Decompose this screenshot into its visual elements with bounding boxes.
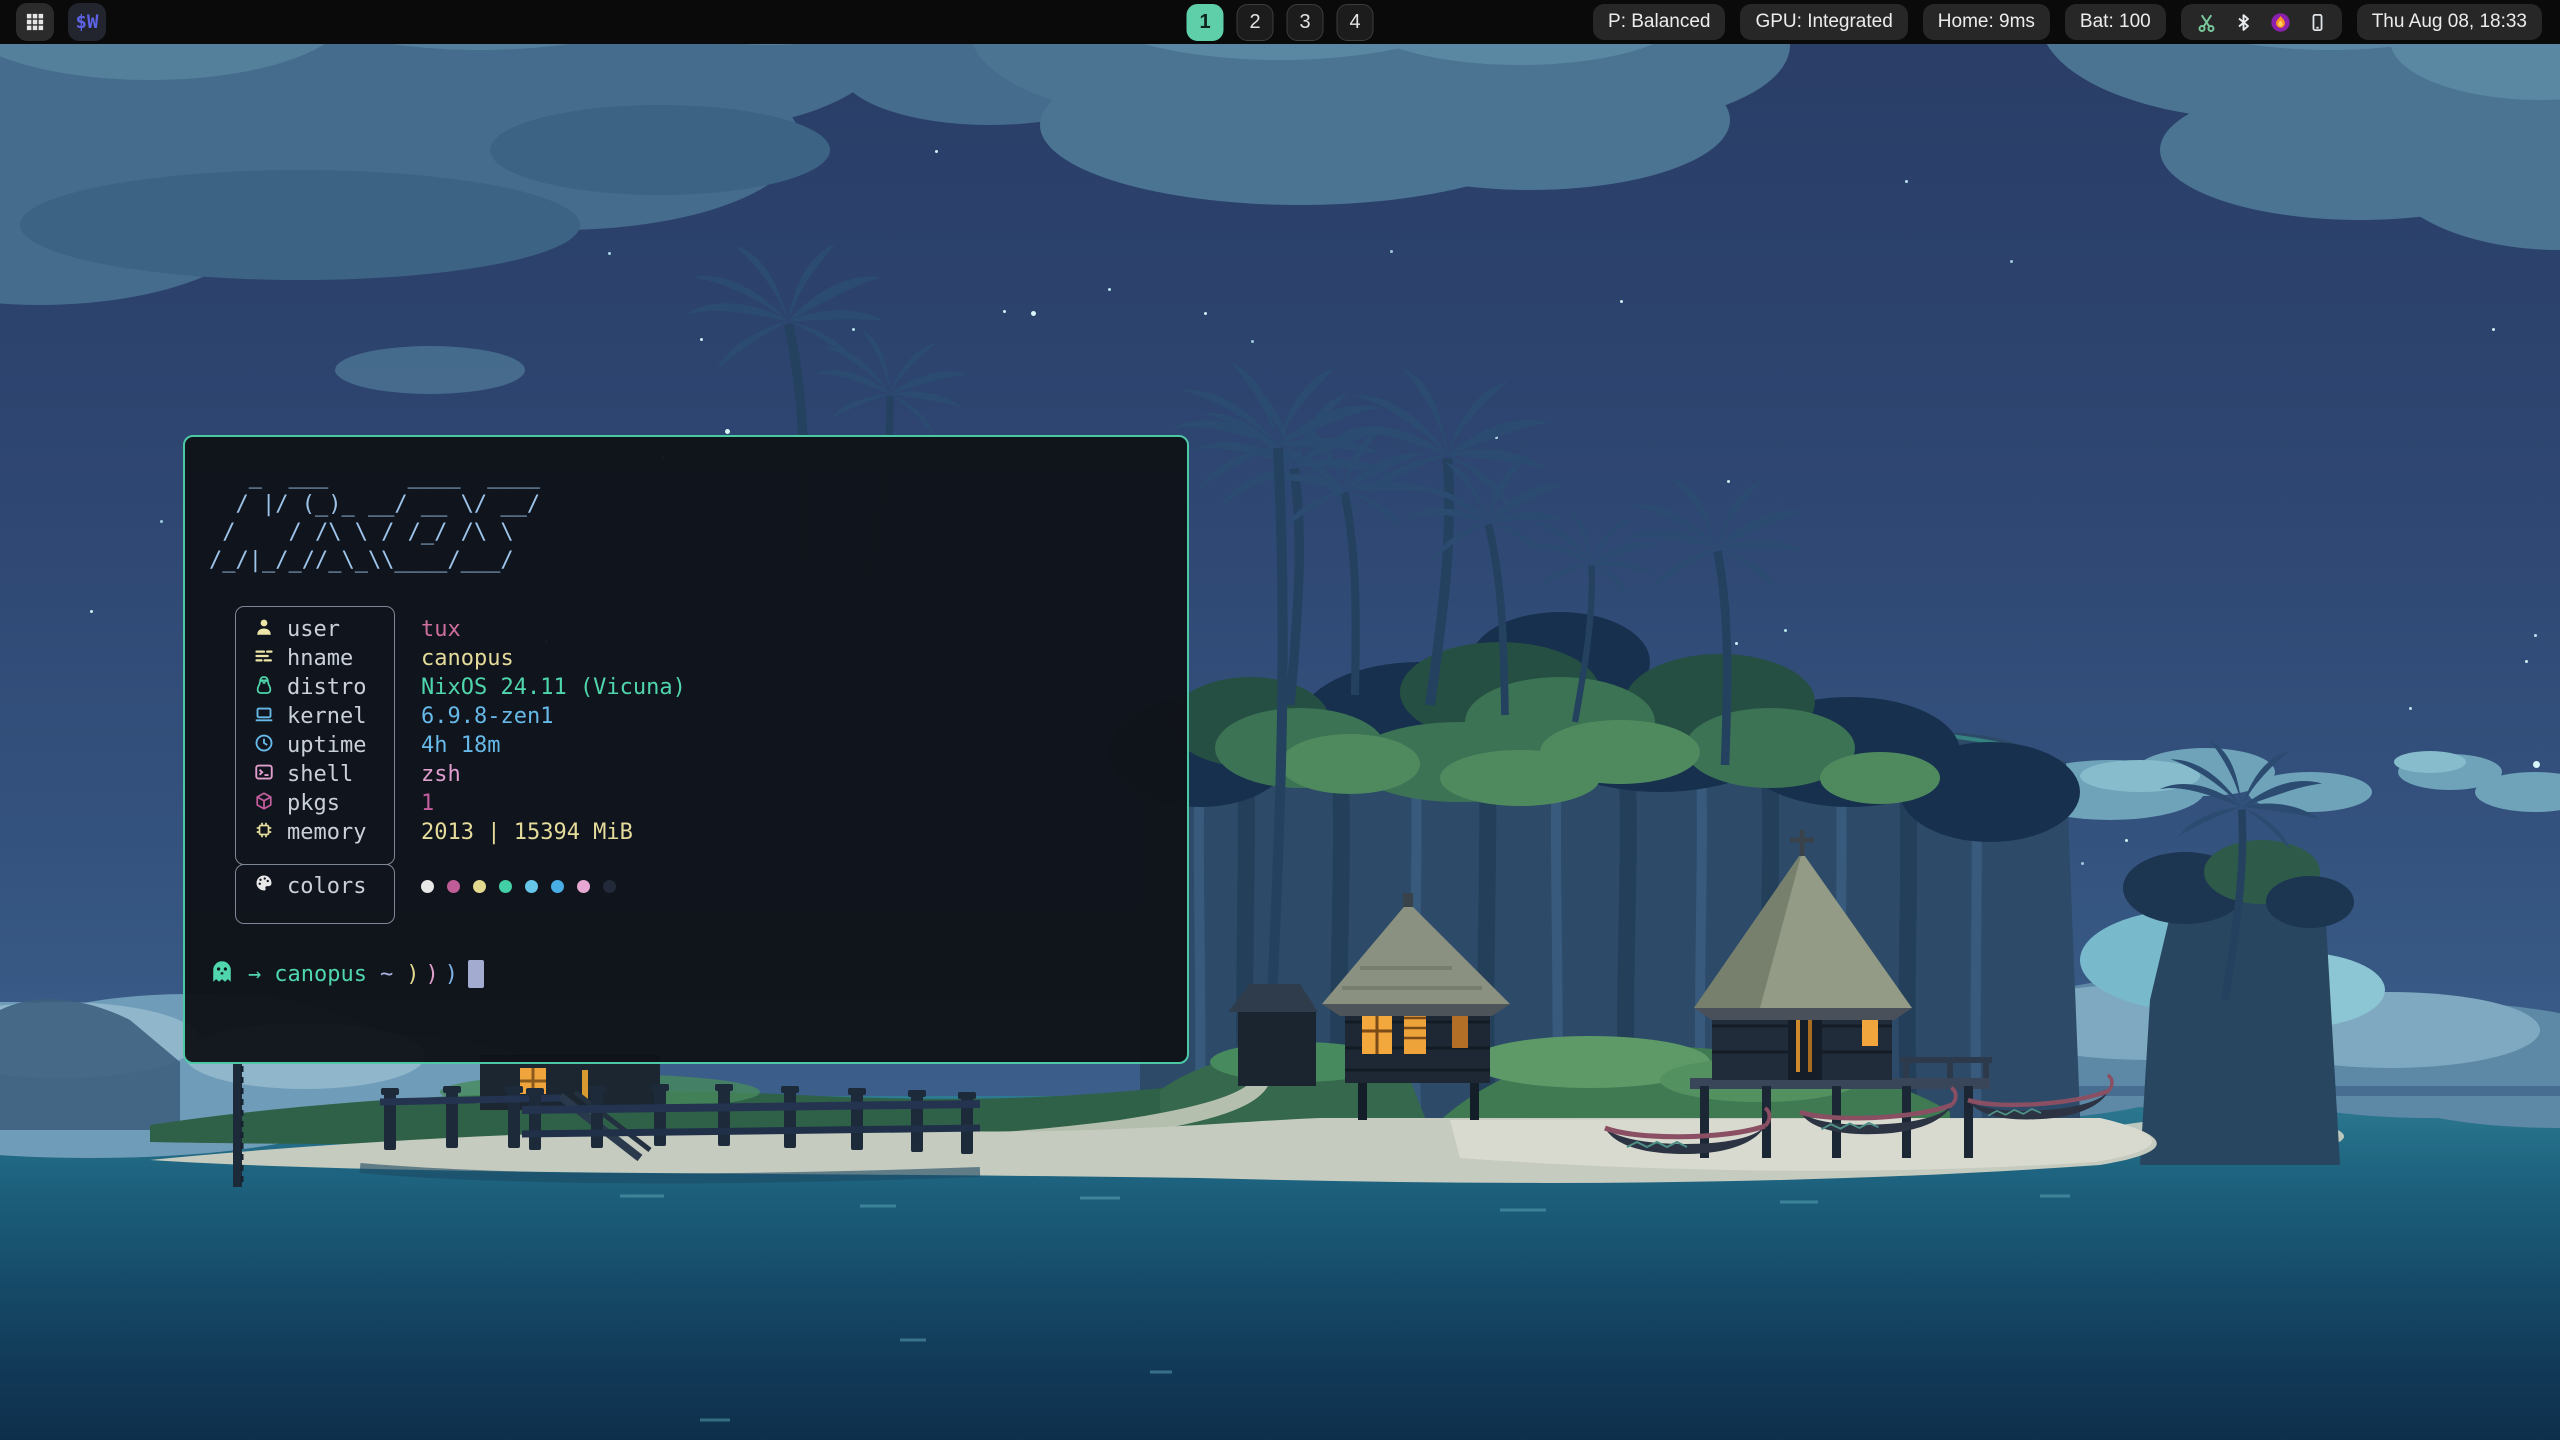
palette-dot: [473, 880, 486, 893]
palette-dot: [421, 880, 434, 893]
clock-pill[interactable]: Thu Aug 08, 18:33: [2357, 4, 2542, 40]
palette-dot: [499, 880, 512, 893]
cloud-top-left: [0, 0, 1140, 394]
fetch-label-frame: [235, 606, 395, 865]
prompt-chevron-3: ): [445, 962, 458, 987]
prompt-arrow: →: [248, 962, 261, 987]
bluetooth-icon[interactable]: [2234, 13, 2253, 32]
workspace-1[interactable]: 1: [1187, 4, 1224, 41]
prompt-cwd: ~: [380, 962, 393, 987]
fetch-colors-frame: [235, 864, 395, 924]
launcher-button[interactable]: [16, 3, 54, 41]
palette-dot: [551, 880, 564, 893]
app-grid-icon: [25, 12, 45, 32]
battery-pill[interactable]: Bat: 100: [2065, 4, 2166, 40]
ping-pill[interactable]: Home: 9ms: [1923, 4, 2050, 40]
palette-dot: [603, 880, 616, 893]
terminal-cursor: [468, 960, 484, 988]
palette-dot: [525, 880, 538, 893]
system-tray: [2181, 4, 2342, 40]
palette-dot: [577, 880, 590, 893]
gpu-pill[interactable]: GPU: Integrated: [1740, 4, 1907, 40]
shell-logo-button[interactable]: $W: [68, 3, 106, 41]
nixos-ascii-logo: _ ___ ____ ____ / |/ (_)_ __/ __ \/ __/ …: [209, 463, 1163, 575]
workspace-3[interactable]: 3: [1287, 4, 1324, 41]
ghost-icon: [209, 958, 235, 990]
top-bar: $W 1 2 3 4 P: Balanced GPU: Integrated H…: [0, 0, 2560, 44]
desktop: $W 1 2 3 4 P: Balanced GPU: Integrated H…: [0, 0, 2560, 1440]
shell-logo-label: $W: [76, 11, 99, 33]
prompt-host: canopus: [274, 962, 367, 987]
phone-icon[interactable]: [2308, 13, 2327, 32]
palette-dot: [447, 880, 460, 893]
prompt-chevron-1: ): [406, 962, 419, 987]
shell-prompt[interactable]: → canopus ~ ) ) ): [209, 958, 1163, 990]
flame-icon[interactable]: [2270, 12, 2291, 33]
power-profile-pill[interactable]: P: Balanced: [1593, 4, 1725, 40]
terminal-window[interactable]: _ ___ ____ ____ / |/ (_)_ __/ __ \/ __/ …: [183, 435, 1189, 1064]
color-palette: [395, 880, 616, 893]
fetch-panel: user tux hname canopus distro NixOS 24.1…: [235, 615, 995, 916]
workspace-2[interactable]: 2: [1237, 4, 1274, 41]
scissors-icon[interactable]: [2196, 12, 2217, 33]
workspace-switcher: 1 2 3 4: [1187, 4, 1374, 41]
workspace-4[interactable]: 4: [1337, 4, 1374, 41]
prompt-chevron-2: ): [425, 962, 438, 987]
